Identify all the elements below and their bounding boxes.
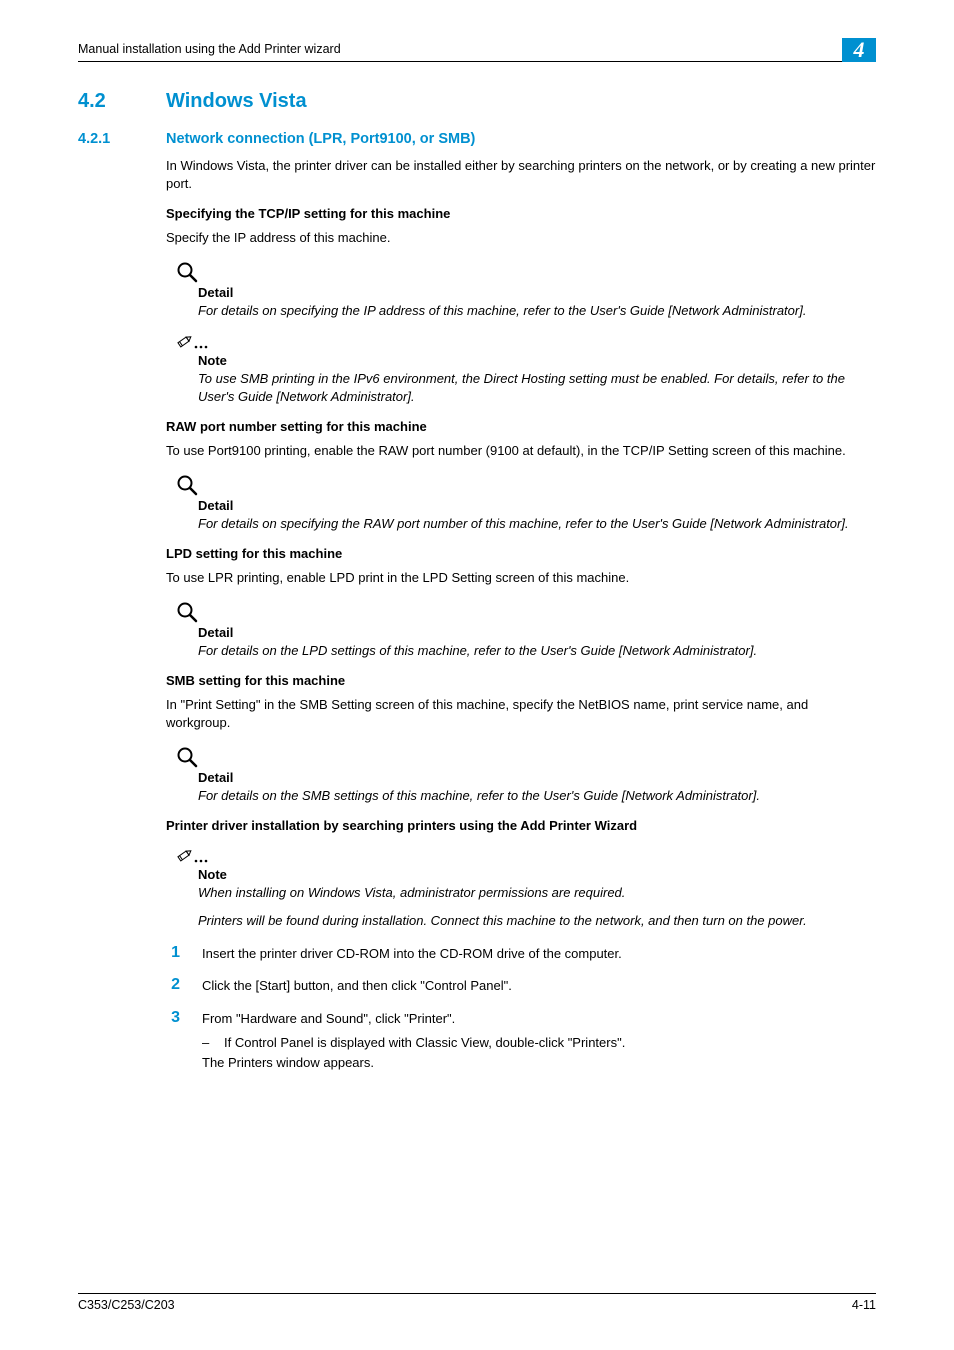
note-label: Note [198, 353, 876, 368]
note-text: When installing on Windows Vista, admini… [198, 884, 876, 902]
intro-paragraph: In Windows Vista, the printer driver can… [166, 157, 876, 192]
step-sub-text: If Control Panel is displayed with Class… [224, 1034, 625, 1052]
note-callout: Note To use SMB printing in the IPv6 env… [166, 333, 876, 405]
note-callout: Note When installing on Windows Vista, a… [166, 847, 876, 929]
step-main-text: From "Hardware and Sound", click "Printe… [202, 1011, 455, 1026]
subsection-title: Network connection (LPR, Port9100, or SM… [166, 131, 475, 147]
magnifier-icon [176, 746, 876, 768]
magnifier-icon [176, 601, 876, 623]
note-text: To use SMB printing in the IPv6 environm… [198, 370, 876, 405]
smb-paragraph: In "Print Setting" in the SMB Setting sc… [166, 696, 876, 731]
step-text: From "Hardware and Sound", click "Printe… [202, 1008, 876, 1073]
page-header: Manual installation using the Add Printe… [78, 38, 876, 62]
step-after-text: The Printers window appears. [202, 1054, 876, 1072]
detail-label: Detail [198, 625, 876, 640]
step-number: 3 [166, 1008, 180, 1073]
page-footer: C353/C253/C203 4-11 [78, 1293, 876, 1312]
detail-callout: Detail For details on specifying the RAW… [166, 474, 876, 533]
subsection-heading: 4.2.1 Network connection (LPR, Port9100,… [78, 131, 876, 147]
section-title: Windows Vista [166, 90, 307, 113]
note-label: Note [198, 867, 876, 882]
detail-label: Detail [198, 770, 876, 785]
step-number: 1 [166, 943, 180, 963]
lpd-paragraph: To use LPR printing, enable LPD print in… [166, 569, 876, 587]
footer-page-number: 4-11 [852, 1298, 876, 1312]
note-text: Printers will be found during installati… [198, 912, 876, 930]
detail-label: Detail [198, 498, 876, 513]
step-number: 2 [166, 975, 180, 995]
section-heading: 4.2 Windows Vista [78, 90, 876, 113]
raw-heading: RAW port number setting for this machine [166, 419, 876, 434]
smb-heading: SMB setting for this machine [166, 673, 876, 688]
detail-callout: Detail For details on the SMB settings o… [166, 746, 876, 805]
chapter-badge: 4 [842, 38, 876, 62]
install-heading: Printer driver installation by searching… [166, 818, 876, 833]
step-item: 2 Click the [Start] button, and then cli… [166, 975, 876, 995]
detail-text: For details on the SMB settings of this … [198, 787, 876, 805]
detail-label: Detail [198, 285, 876, 300]
body-content: In Windows Vista, the printer driver can… [166, 157, 876, 1072]
detail-text: For details on the LPD settings of this … [198, 642, 876, 660]
footer-model: C353/C253/C203 [78, 1298, 175, 1312]
step-item: 3 From "Hardware and Sound", click "Prin… [166, 1008, 876, 1073]
pencil-note-icon [176, 847, 876, 865]
detail-callout: Detail For details on specifying the IP … [166, 261, 876, 320]
lpd-heading: LPD setting for this machine [166, 546, 876, 561]
detail-callout: Detail For details on the LPD settings o… [166, 601, 876, 660]
running-title: Manual installation using the Add Printe… [78, 38, 341, 56]
subsection-number: 4.2.1 [78, 131, 134, 147]
section-number: 4.2 [78, 90, 134, 113]
tcpip-paragraph: Specify the IP address of this machine. [166, 229, 876, 247]
step-text: Insert the printer driver CD-ROM into th… [202, 943, 876, 963]
magnifier-icon [176, 474, 876, 496]
raw-paragraph: To use Port9100 printing, enable the RAW… [166, 442, 876, 460]
step-item: 1 Insert the printer driver CD-ROM into … [166, 943, 876, 963]
tcpip-heading: Specifying the TCP/IP setting for this m… [166, 206, 876, 221]
step-text: Click the [Start] button, and then click… [202, 975, 876, 995]
bullet-dash: – [202, 1034, 212, 1052]
magnifier-icon [176, 261, 876, 283]
detail-text: For details on specifying the IP address… [198, 302, 876, 320]
pencil-note-icon [176, 333, 876, 351]
detail-text: For details on specifying the RAW port n… [198, 515, 876, 533]
